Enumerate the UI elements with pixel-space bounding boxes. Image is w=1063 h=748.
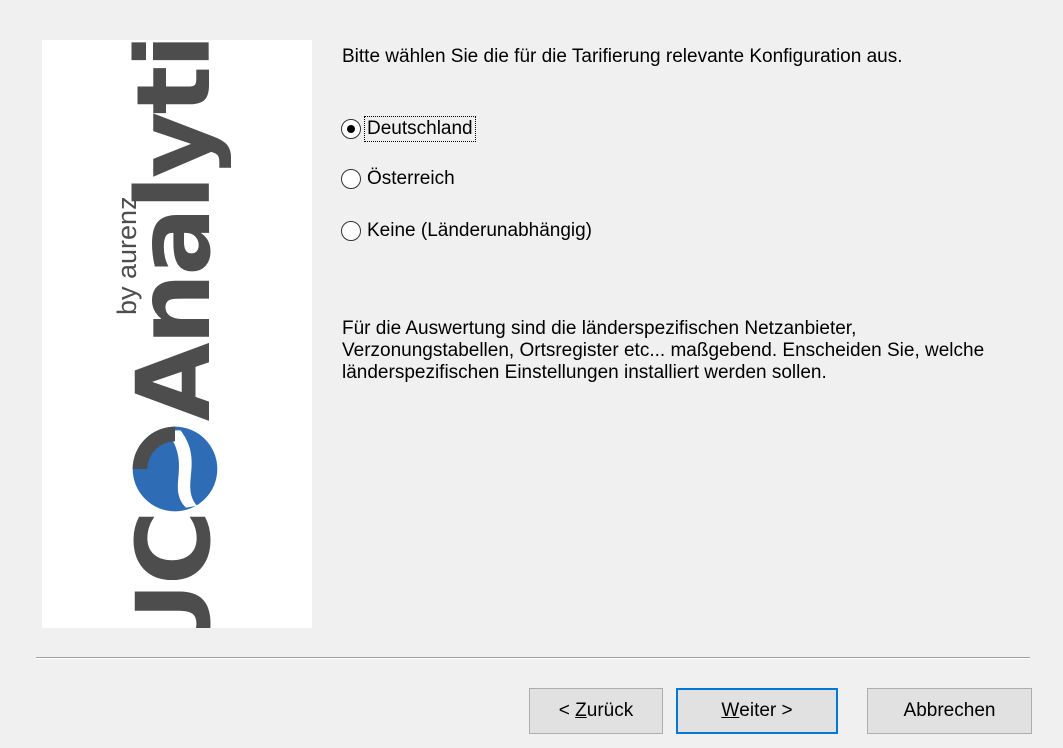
next-button-suffix: > xyxy=(776,700,793,721)
logo-subtitle: by aurenz xyxy=(112,196,142,315)
back-button-label: urück xyxy=(586,700,634,721)
next-button[interactable]: Weiter > xyxy=(676,688,838,734)
radio-option-oesterreich[interactable]: Österreich xyxy=(341,166,457,192)
back-button-mnemonic: Z xyxy=(575,700,587,721)
cancel-button[interactable]: Abbrechen xyxy=(867,688,1032,734)
back-button-prefix: < xyxy=(558,700,576,721)
radio-label-keine[interactable]: Keine (Länderunabhängig) xyxy=(365,219,594,243)
logo-text-uc: UC xyxy=(115,513,234,628)
back-button[interactable]: < Zurück xyxy=(529,688,663,734)
radio-option-keine[interactable]: Keine (Länderunabhängig) xyxy=(341,218,594,244)
radio-label-oesterreich[interactable]: Österreich xyxy=(365,167,457,191)
radio-label-deutschland[interactable]: Deutschland xyxy=(364,116,476,142)
next-button-label: eiter xyxy=(739,700,777,721)
radio-button[interactable] xyxy=(341,221,361,241)
logo-panel: UCAnalytics by aurenz xyxy=(42,40,312,628)
description-text: Für die Auswertung sind die länderspezif… xyxy=(342,318,985,383)
logo-swirl-icon xyxy=(129,423,221,515)
radio-option-deutschland[interactable]: Deutschland xyxy=(341,116,476,142)
cancel-button-label: Abbrechen xyxy=(903,700,996,721)
separator-line xyxy=(36,657,1030,659)
radio-button[interactable] xyxy=(341,169,361,189)
radio-button-checked[interactable] xyxy=(341,119,361,139)
uc-analytics-logo: UCAnalytics by aurenz xyxy=(102,40,252,628)
next-button-mnemonic: W xyxy=(721,700,740,721)
logo-wordmark: UCAnalytics xyxy=(115,40,234,628)
intro-text: Bitte wählen Sie die für die Tarifierung… xyxy=(342,46,903,67)
